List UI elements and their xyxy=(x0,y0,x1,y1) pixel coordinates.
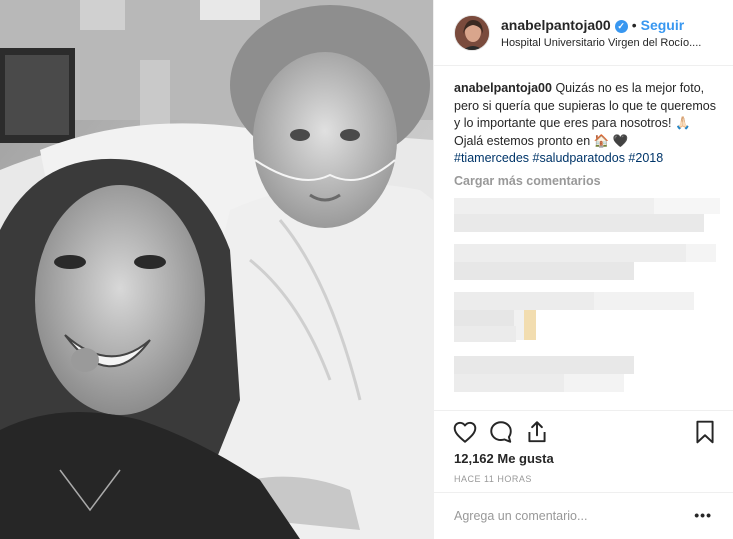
add-comment-bar: ••• xyxy=(434,492,733,539)
post-header: anabelpantoja00 ✓ • Seguir Hospital Univers… xyxy=(434,0,733,66)
blurred-comments xyxy=(454,198,720,392)
caption-hashtags[interactable]: #tiamercedes #saludparatodos #2018 xyxy=(454,151,663,165)
avatar[interactable] xyxy=(454,15,490,51)
post-photo[interactable] xyxy=(0,0,433,539)
comment-input[interactable] xyxy=(454,505,684,527)
load-more-comments-button[interactable]: Cargar más comentarios xyxy=(454,174,720,188)
caption-text-line2: Ojalá estemos pronto en 🏠 🖤 xyxy=(454,133,629,148)
caption-username[interactable]: anabelpantoja00 xyxy=(454,81,552,95)
follow-button[interactable]: Seguir xyxy=(641,17,685,33)
post-side-panel: anabelpantoja00 ✓ • Seguir Hospital Univers… xyxy=(433,0,733,539)
comment-icon[interactable] xyxy=(488,419,514,445)
photo-scene xyxy=(0,0,433,539)
comments-section: anabelpantoja00 Quizás no es la mejor fo… xyxy=(454,80,720,188)
location-link[interactable]: Hospital Universitario Virgen del Rocío.… xyxy=(501,37,726,49)
avatar-image xyxy=(455,16,489,50)
bookmark-icon[interactable] xyxy=(692,419,718,445)
verified-badge-icon: ✓ xyxy=(614,20,628,33)
header-separator: • xyxy=(631,17,637,33)
post-timestamp[interactable]: HACE 11 HORAS xyxy=(454,474,532,484)
likes-count[interactable]: 12,162 Me gusta xyxy=(454,451,554,466)
more-options-icon[interactable]: ••• xyxy=(694,507,712,523)
header-username[interactable]: anabelpantoja00 xyxy=(501,17,611,33)
share-icon[interactable] xyxy=(524,419,550,445)
caption: anabelpantoja00 Quizás no es la mejor fo… xyxy=(454,80,720,168)
header-user-line: anabelpantoja00 ✓ • Seguir xyxy=(501,17,684,33)
heart-icon[interactable] xyxy=(452,419,478,445)
